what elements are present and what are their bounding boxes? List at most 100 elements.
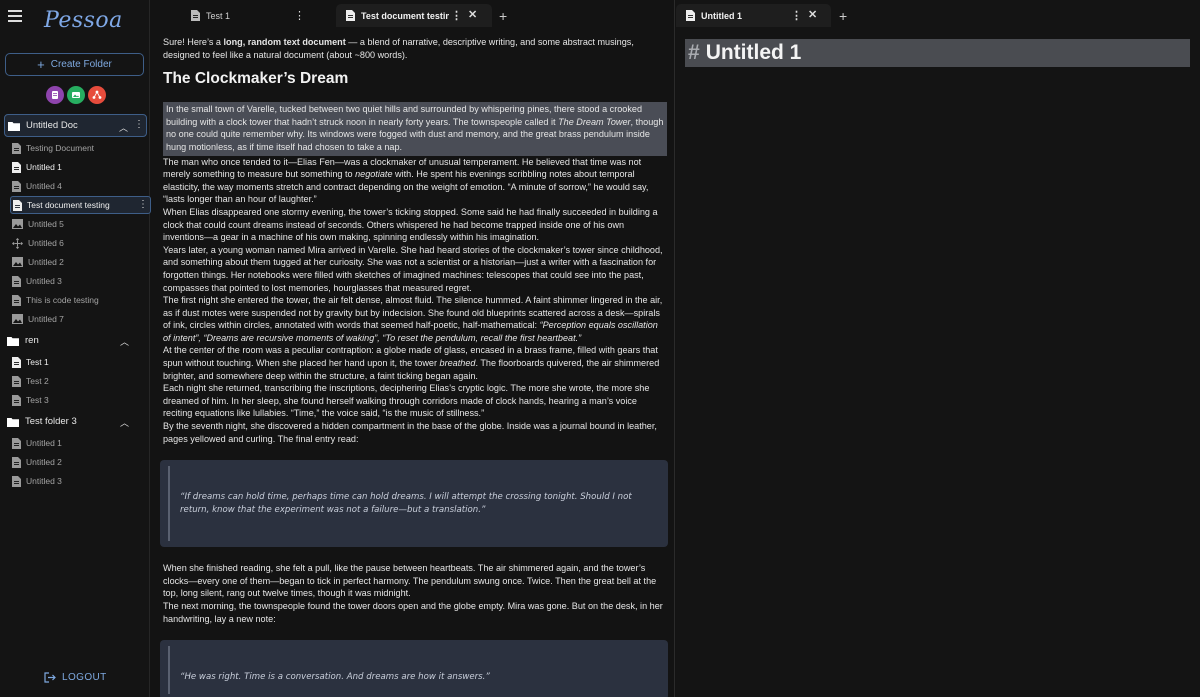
sidebar-item[interactable]: This is code testing xyxy=(10,291,150,309)
document-title-heading[interactable]: # Untitled 1 xyxy=(685,39,1190,67)
paragraph: The first night she entered the tower, t… xyxy=(163,294,667,344)
sidebar-item-label: Test document testing xyxy=(27,200,110,210)
italic-text: breathed xyxy=(439,358,476,369)
editor-pane-right: Untitled 1 ⋮ ✕ + # Untitled 1 xyxy=(676,0,1200,697)
sidebar-item-label: Untitled 2 xyxy=(28,257,64,267)
sidebar-item[interactable]: Test 1 xyxy=(10,353,150,371)
more-vert-icon[interactable]: ⋮ xyxy=(451,9,462,22)
document-icon xyxy=(12,456,21,468)
sidebar-item-label: Testing Document xyxy=(26,143,95,153)
sidebar-item-label: Test 1 xyxy=(26,357,49,367)
chevron-up-icon[interactable]: ︿ xyxy=(119,121,128,134)
text-run: Sure! Here’s a xyxy=(163,37,224,47)
tab-bar: Untitled 1 ⋮ ✕ + xyxy=(676,0,1200,30)
sidebar-item[interactable]: Untitled 4 xyxy=(10,177,150,195)
folder-ren[interactable]: ren ︿ xyxy=(4,329,147,352)
more-vert-icon[interactable]: ⋮ xyxy=(134,119,144,130)
create-folder-label: Create Folder xyxy=(50,59,112,70)
sidebar-item-label: Untitled 1 xyxy=(26,438,62,448)
document-icon xyxy=(346,10,355,21)
chevron-up-icon[interactable]: ︿ xyxy=(120,335,129,348)
document-icon xyxy=(13,199,22,211)
chevron-up-icon[interactable]: ︿ xyxy=(120,416,129,429)
more-vert-icon[interactable]: ⋮ xyxy=(791,9,802,22)
blockquote: “If dreams can hold time, perhaps time c… xyxy=(160,460,668,548)
hamburger-menu-icon[interactable] xyxy=(8,10,24,24)
document-icon xyxy=(686,10,695,21)
document-icon xyxy=(12,142,21,154)
document-icon xyxy=(12,475,21,487)
document-type-icon[interactable] xyxy=(46,86,64,104)
sidebar-item-label: Untitled 6 xyxy=(28,238,64,248)
tab-test-document-testing[interactable]: Test document testing ⋮ ✕ xyxy=(336,4,492,27)
sidebar-item[interactable]: Untitled 1 xyxy=(10,434,150,452)
document-icon xyxy=(12,437,21,449)
document-icon xyxy=(12,356,21,368)
document-heading: The Clockmaker’s Dream xyxy=(163,70,349,88)
tab-untitled-1[interactable]: Untitled 1 ⋮ ✕ xyxy=(676,4,831,27)
selected-paragraph: In the small town of Varelle, tucked bet… xyxy=(163,102,667,156)
paragraph: At the center of the room was a peculiar… xyxy=(163,344,667,382)
heading-text: Untitled 1 xyxy=(705,41,802,64)
sidebar-item-label: Test 3 xyxy=(26,395,49,405)
quote-text: “He was right. Time is a conversation. A… xyxy=(180,672,490,683)
heading-marker: # xyxy=(688,41,700,64)
folder-untitled-doc[interactable]: Untitled Doc ︿ ⋮ xyxy=(4,114,147,137)
sidebar-item[interactable]: Test document testing ⋮ xyxy=(10,196,151,214)
folder-icon xyxy=(8,121,20,131)
sidebar-item-label: Untitled 3 xyxy=(26,276,62,286)
document-editor[interactable]: Sure! Here’s a long, random text documen… xyxy=(160,36,668,697)
logout-button[interactable]: LOGOUT xyxy=(44,672,107,683)
document-icon xyxy=(12,294,21,306)
sidebar-item[interactable]: Untitled 5 xyxy=(10,215,150,233)
logout-icon xyxy=(44,672,56,683)
sidebar-item-label: Test 2 xyxy=(26,376,49,386)
add-tab-icon[interactable]: + xyxy=(839,8,847,24)
image-icon xyxy=(12,257,23,267)
sidebar-item[interactable]: Untitled 7 xyxy=(10,310,150,328)
document-icon xyxy=(12,394,21,406)
tab-test-1[interactable]: Test 1 ⋮ xyxy=(181,4,336,27)
tab-bar: Test 1 ⋮ Test document testing ⋮ ✕ + xyxy=(151,0,674,30)
sidebar-item[interactable]: Test 2 xyxy=(10,372,150,390)
paragraph: The man who once tended to it—Elias Fen—… xyxy=(163,156,667,206)
diagram-type-icon[interactable] xyxy=(88,86,106,104)
sidebar-item[interactable]: Untitled 3 xyxy=(10,272,150,290)
sidebar-item[interactable]: Untitled 2 xyxy=(10,253,150,271)
close-icon[interactable]: ✕ xyxy=(808,8,817,21)
sidebar-item[interactable]: Untitled 2 xyxy=(10,453,150,471)
document-icon xyxy=(12,375,21,387)
paragraph: When she finished reading, she felt a pu… xyxy=(163,563,657,599)
folder-label: Untitled Doc xyxy=(26,120,78,131)
sidebar-item-label: Untitled 3 xyxy=(26,476,62,486)
logout-label: LOGOUT xyxy=(62,672,107,683)
create-folder-button[interactable]: + Create Folder xyxy=(5,53,144,76)
bold-text: long, random text document xyxy=(223,37,346,47)
sidebar-item[interactable]: Untitled 1 xyxy=(10,158,150,176)
sidebar-item-label: Untitled 2 xyxy=(26,457,62,467)
close-icon[interactable]: ✕ xyxy=(468,8,477,21)
image-type-icon[interactable] xyxy=(67,86,85,104)
more-vert-icon[interactable]: ⋮ xyxy=(294,9,305,22)
paragraph: The next morning, the townspeople found … xyxy=(163,601,663,624)
document-type-selector xyxy=(46,86,106,104)
tab-label: Test document testing xyxy=(361,10,449,21)
sidebar-item[interactable]: Untitled 6 xyxy=(10,234,150,252)
sidebar-item-label: This is code testing xyxy=(26,295,99,305)
add-tab-icon[interactable]: + xyxy=(499,8,507,24)
app-logo: Pessoa xyxy=(44,8,123,33)
sidebar-item-label: Untitled 7 xyxy=(28,314,64,324)
paragraph: Each night she returned, transcribing th… xyxy=(163,383,650,419)
image-icon xyxy=(12,219,23,229)
sidebar-item[interactable]: Test 3 xyxy=(10,391,150,409)
sidebar-item[interactable]: Testing Document xyxy=(10,139,150,157)
more-vert-icon[interactable]: ⋮ xyxy=(138,199,148,210)
sidebar-item[interactable]: Untitled 3 xyxy=(10,472,150,490)
folder-test-folder-3[interactable]: Test folder 3 ︿ xyxy=(4,410,147,433)
italic-text: negotiate xyxy=(355,169,393,180)
paragraph: Years later, a young woman named Mira ar… xyxy=(163,244,663,293)
document-icon xyxy=(12,275,21,287)
tab-label: Test 1 xyxy=(206,10,231,21)
tab-label: Untitled 1 xyxy=(701,10,743,21)
image-icon xyxy=(12,314,23,324)
